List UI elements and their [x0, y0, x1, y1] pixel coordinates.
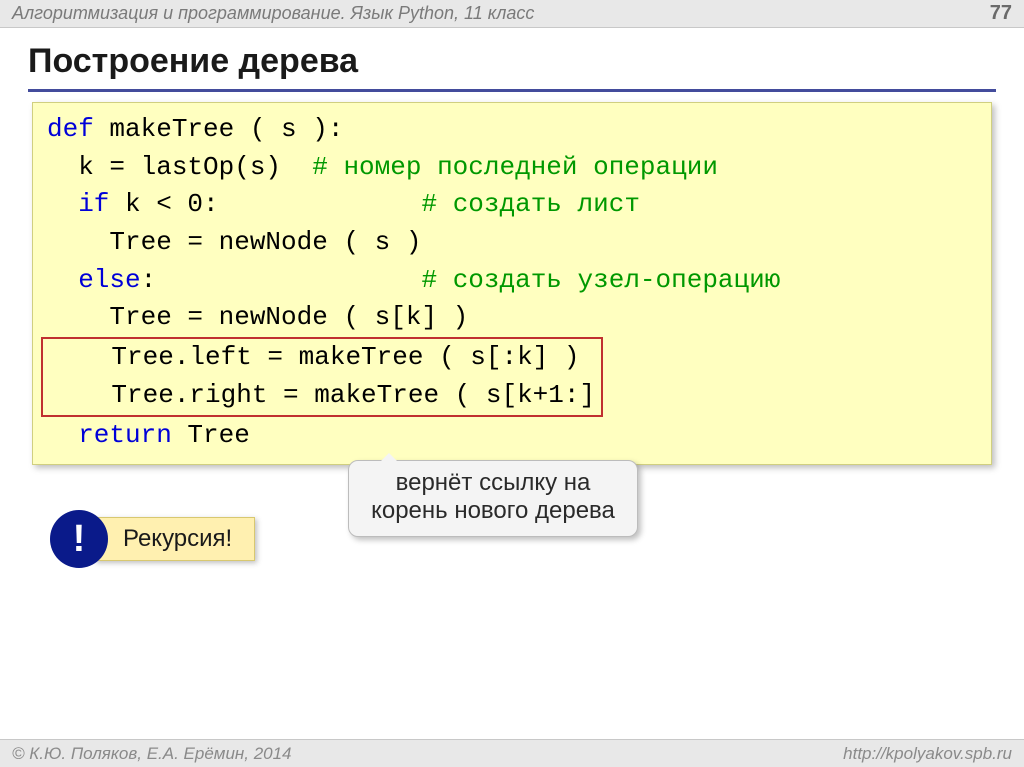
code-text: k = lastOp(s)	[47, 152, 312, 182]
code-comment: # номер последней операции	[312, 152, 718, 182]
tooltip-callout: вернёт ссылку на корень нового дерева	[348, 460, 638, 537]
code-text: Tree	[172, 420, 250, 450]
badge-text: Рекурсия!	[123, 525, 232, 553]
highlighted-box: Tree.left = makeTree ( s[:k] ) Tree.righ…	[41, 337, 603, 416]
keyword-def: def	[47, 114, 94, 144]
code-text: k < 0:	[109, 189, 421, 219]
badge-label: Рекурсия!	[94, 517, 255, 561]
code-block: def makeTree ( s ): k = lastOp(s) # номе…	[32, 102, 992, 465]
keyword-return: return	[47, 420, 172, 450]
title-underline	[28, 89, 996, 92]
exclamation-icon: !	[50, 510, 108, 568]
code-text: makeTree ( s ):	[94, 114, 344, 144]
code-text: :	[141, 265, 422, 295]
slide-title: Построение дерева	[0, 28, 1024, 89]
code-text: Tree = newNode ( s )	[47, 227, 421, 257]
header-bar: Алгоритмизация и программирование. Язык …	[0, 0, 1024, 28]
code-text: Tree.right = makeTree ( s[k+1:]	[49, 380, 595, 410]
header-subject: Алгоритмизация и программирование. Язык …	[12, 3, 534, 24]
footer-copyright: © К.Ю. Поляков, Е.А. Ерёмин, 2014	[12, 744, 292, 764]
keyword-if: if	[47, 189, 109, 219]
footer-bar: © К.Ю. Поляков, Е.А. Ерёмин, 2014 http:/…	[0, 739, 1024, 767]
badge-mark: !	[73, 518, 86, 561]
tooltip-text: вернёт ссылку на корень нового дерева	[371, 469, 615, 524]
keyword-else: else	[47, 265, 141, 295]
code-comment: # создать узел-операцию	[421, 265, 780, 295]
footer-url: http://kpolyakov.spb.ru	[843, 744, 1012, 764]
recursion-badge: ! Рекурсия!	[50, 510, 255, 568]
code-text: Tree.left = makeTree ( s[:k] )	[49, 342, 580, 372]
code-text: Tree = newNode ( s[k] )	[47, 302, 468, 332]
page-number: 77	[990, 2, 1012, 25]
code-comment: # создать лист	[421, 189, 639, 219]
